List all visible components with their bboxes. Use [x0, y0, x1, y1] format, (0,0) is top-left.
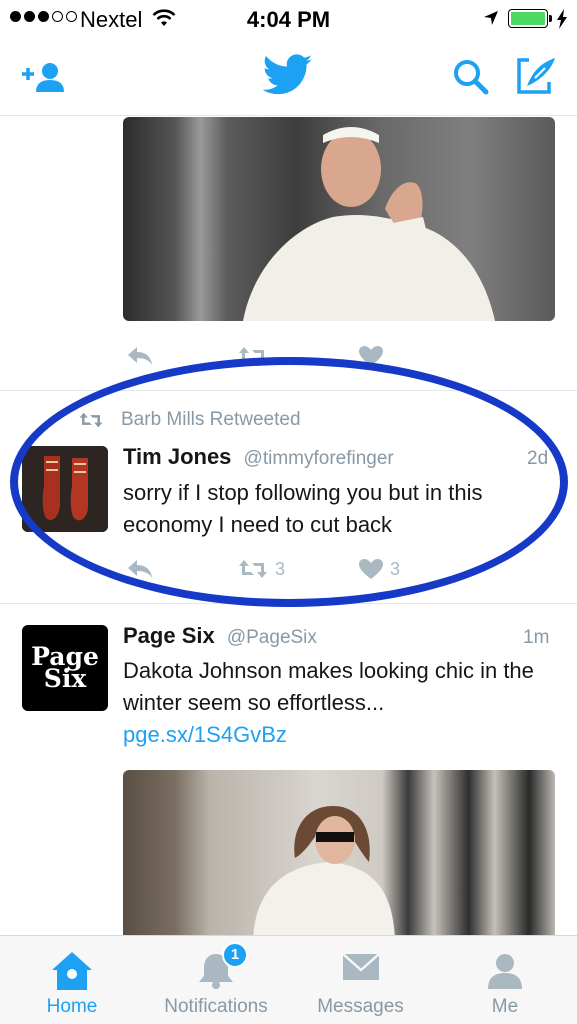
- tweet-divider: [0, 603, 577, 604]
- battery-icon: [508, 9, 552, 28]
- tab-label: Messages: [317, 996, 404, 1017]
- like-icon[interactable]: [358, 345, 384, 367]
- tweet-text: Dakota Johnson makes looking chic in the…: [123, 658, 534, 715]
- retweet-count: 3: [275, 558, 286, 579]
- tweet-author-handle[interactable]: @timmyforefinger: [244, 448, 394, 469]
- add-user-icon[interactable]: [20, 60, 68, 99]
- charging-bolt-icon: [556, 9, 568, 34]
- nav-bar: [0, 40, 577, 116]
- tweet-author-handle[interactable]: @PageSix: [227, 627, 317, 648]
- tweet-photo-illustration: [243, 127, 495, 321]
- tweet-divider: [0, 390, 577, 391]
- tweet-author-name[interactable]: Page Six: [123, 623, 215, 648]
- timeline-feed[interactable]: Barb Mills Retweeted Tim Jones @timmyfor…: [0, 117, 577, 935]
- tweet-link[interactable]: pge.sx/1S4GvBz: [123, 722, 287, 748]
- notification-badge: 1: [222, 942, 248, 968]
- twitter-bird-icon[interactable]: [262, 54, 313, 101]
- home-icon: [50, 950, 94, 997]
- avatar-logo-line2: Six: [43, 664, 87, 693]
- tab-label: Me: [491, 996, 519, 1017]
- person-icon: [485, 950, 525, 995]
- avatar-shoes-illustration: [22, 446, 108, 532]
- tab-label: Notifications: [164, 996, 268, 1017]
- tweet-text: sorry if I stop following you but in thi…: [123, 480, 483, 537]
- tweet-actions: 3 3: [123, 558, 543, 588]
- location-arrow-icon: [483, 10, 499, 31]
- retweet-icon[interactable]: [237, 345, 269, 367]
- envelope-icon: [341, 950, 381, 989]
- tweet-author-name[interactable]: Tim Jones: [123, 444, 231, 469]
- tab-messages[interactable]: Messages: [288, 936, 433, 1024]
- tweet-timestamp: 1m: [523, 627, 550, 648]
- tweet-header: Tim Jones @timmyforefinger: [123, 444, 394, 470]
- signal-strength-icon: [10, 11, 77, 22]
- reply-icon[interactable]: [126, 345, 154, 367]
- tab-home[interactable]: Home: [0, 936, 144, 1024]
- avatar[interactable]: Page Six: [22, 625, 108, 711]
- wifi-icon: [152, 8, 176, 33]
- tweet-header: Page Six @PageSix: [123, 623, 317, 649]
- retweet-context-label: Barb Mills Retweeted: [121, 409, 301, 430]
- tweet-photo-illustration: [253, 806, 395, 935]
- like-icon: [359, 559, 383, 579]
- reply-icon[interactable]: [126, 558, 154, 580]
- compose-icon[interactable]: [515, 56, 559, 101]
- tab-notifications[interactable]: 1 Notifications: [144, 936, 288, 1024]
- search-icon[interactable]: [451, 57, 491, 102]
- tweet-photo[interactable]: [123, 117, 555, 321]
- retweeted-icon: [79, 412, 103, 428]
- tweet-timestamp: 2d: [527, 448, 549, 469]
- tweet-actions: [123, 345, 543, 375]
- tab-bar: Home 1 Notifications Messages Me: [0, 935, 577, 1024]
- carrier-name: Nextel: [80, 7, 143, 32]
- tab-label: Home: [46, 996, 98, 1017]
- like-button[interactable]: 3: [358, 558, 400, 580]
- like-count: 3: [390, 558, 401, 579]
- tweet-photo[interactable]: [123, 770, 555, 935]
- retweet-context: Barb Mills Retweeted: [78, 409, 301, 431]
- status-bar: Nextel 4:04 PM: [0, 0, 577, 40]
- retweet-button[interactable]: 3: [237, 558, 285, 580]
- retweet-icon: [239, 560, 267, 578]
- avatar[interactable]: [22, 446, 108, 532]
- tab-me[interactable]: Me: [433, 936, 577, 1024]
